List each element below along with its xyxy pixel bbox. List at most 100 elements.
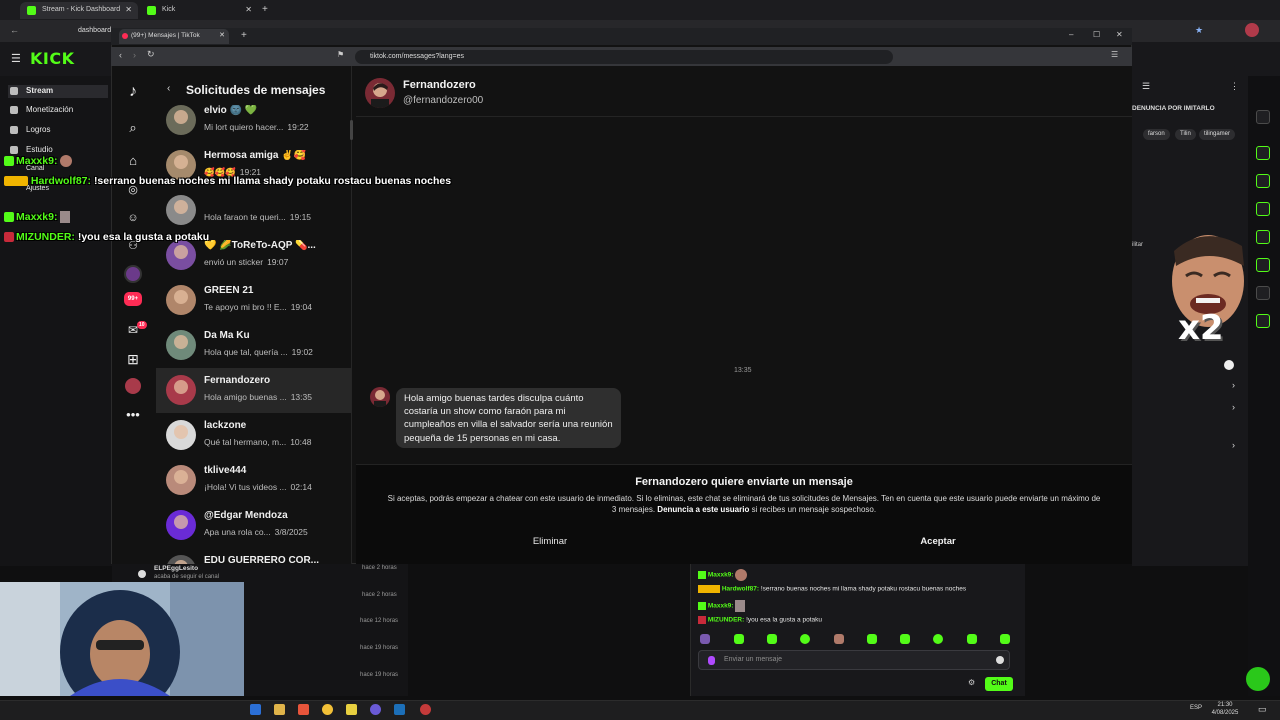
wrench-icon[interactable] bbox=[1256, 314, 1270, 328]
lightning-icon[interactable] bbox=[1256, 174, 1270, 188]
chevron-right-icon[interactable]: › bbox=[1232, 440, 1235, 450]
bookmark-star-icon[interactable]: ★ bbox=[1195, 25, 1203, 36]
forward-arrow-icon[interactable]: › bbox=[133, 50, 136, 60]
emote-icon[interactable] bbox=[933, 634, 943, 644]
close-tab-icon[interactable]: ✕ bbox=[219, 31, 225, 39]
maximize-icon[interactable]: ☐ bbox=[1093, 30, 1100, 39]
bookmark-icon[interactable]: ⚑ bbox=[337, 50, 344, 59]
chevron-right-icon[interactable]: › bbox=[1232, 402, 1235, 412]
emote-icon[interactable] bbox=[767, 634, 777, 644]
sidebar-item-monetization[interactable]: Monetización bbox=[8, 105, 73, 114]
request-list-item[interactable]: lackzone Qué tal hermano, m... 10:48 bbox=[156, 413, 351, 458]
help-bubble-icon[interactable] bbox=[1246, 667, 1270, 691]
chevron-right-icon[interactable]: › bbox=[1232, 380, 1235, 390]
delete-button[interactable]: Eliminar bbox=[500, 536, 600, 552]
activity-user[interactable]: ELPEggLesito bbox=[154, 565, 198, 572]
back-arrow-icon[interactable]: ← bbox=[10, 25, 19, 35]
emoji-icon[interactable] bbox=[996, 656, 1004, 664]
profile-avatar[interactable] bbox=[125, 378, 141, 394]
tool-icon[interactable] bbox=[1256, 202, 1270, 216]
request-list-item[interactable]: Da Ma Ku Hola que tal, quería ... 19:02 bbox=[156, 323, 351, 368]
back-arrow-icon[interactable]: ‹ bbox=[119, 50, 122, 60]
sidebar-item-studio[interactable]: Estudio bbox=[8, 145, 53, 154]
emote-icon[interactable] bbox=[800, 634, 810, 644]
emote-icon[interactable] bbox=[834, 634, 844, 644]
emote-icon[interactable] bbox=[700, 634, 710, 644]
steam-icon[interactable] bbox=[394, 704, 405, 715]
chat-send-button[interactable]: Chat bbox=[985, 677, 1013, 691]
sidebar-item-achievements[interactable]: Logros bbox=[8, 125, 50, 134]
chat-username[interactable]: Maxxk9: bbox=[708, 572, 734, 579]
system-clock[interactable]: 21:30 4/08/2025 bbox=[1202, 701, 1248, 717]
tool-icon[interactable] bbox=[1256, 258, 1270, 272]
new-tab-icon[interactable]: + bbox=[241, 30, 247, 41]
file-explorer-icon[interactable] bbox=[274, 704, 285, 715]
outer-address-text[interactable]: dashboard bbox=[78, 27, 111, 34]
close-window-icon[interactable]: ✕ bbox=[1116, 30, 1123, 39]
chat-input[interactable]: Enviar un mensaje bbox=[698, 650, 1010, 670]
menu-icon[interactable]: ☰ bbox=[11, 52, 21, 65]
minimize-icon[interactable]: – bbox=[1069, 30, 1073, 39]
chat-username[interactable]: Maxxk9: bbox=[708, 603, 734, 610]
more-icon[interactable]: ⋮ bbox=[1230, 81, 1239, 92]
conversation-handle[interactable]: @fernandozero00 bbox=[403, 95, 483, 106]
emote-icon[interactable] bbox=[867, 634, 877, 644]
request-list-item[interactable]: Fernandozero Hola amigo buenas ... 13:35 bbox=[156, 368, 351, 413]
tool-icon[interactable] bbox=[1256, 146, 1270, 160]
notes-icon[interactable] bbox=[346, 704, 357, 715]
menu-icon[interactable]: ☰ bbox=[1142, 81, 1150, 92]
url-bar[interactable]: tiktok.com/messages?lang=es bbox=[355, 50, 893, 64]
request-list-item[interactable]: elvio 🌚 💚 Mi lort quiero hacer... 19:22 bbox=[156, 100, 351, 143]
conversation-avatar[interactable] bbox=[365, 78, 395, 108]
request-list-item[interactable]: Hola faraon te queri... 19:15 bbox=[156, 188, 351, 233]
live-icon[interactable] bbox=[124, 265, 142, 283]
request-list-item[interactable]: @Edgar Mendoza Apa una rola co... 3/8/2025 bbox=[156, 503, 351, 548]
more-icon[interactable]: ••• bbox=[123, 405, 143, 425]
back-icon[interactable]: ‹ bbox=[167, 83, 170, 94]
outer-tab-kick[interactable]: Kick ✕ bbox=[140, 2, 258, 19]
following-icon[interactable]: ☺ bbox=[123, 208, 143, 228]
inner-tab-tiktok[interactable]: (99+) Mensajes | TikTok ✕ bbox=[119, 29, 229, 44]
language-indicator[interactable]: ESP bbox=[1190, 705, 1202, 711]
emote-icon[interactable] bbox=[900, 634, 910, 644]
emote-icon[interactable] bbox=[967, 634, 977, 644]
obs-icon[interactable] bbox=[420, 704, 431, 715]
activity-badge[interactable]: 99+ bbox=[124, 292, 142, 306]
chat-username[interactable]: MIZUNDER: bbox=[708, 617, 744, 624]
sidebar-item-stream[interactable]: Stream bbox=[8, 85, 108, 98]
chat-icon[interactable] bbox=[1256, 230, 1270, 244]
menu-icon[interactable]: ☰ bbox=[1111, 50, 1118, 59]
tiktok-logo-icon[interactable]: ♪ bbox=[123, 82, 143, 102]
kick-logo[interactable]: KICK bbox=[30, 49, 75, 68]
windows-start-icon[interactable] bbox=[250, 704, 261, 715]
notification-icon[interactable]: ▭ bbox=[1258, 704, 1267, 715]
search-icon[interactable]: ⌕ bbox=[123, 118, 143, 138]
request-list-item[interactable]: tklive444 ¡Hola! Vi tus videos ... 02:14 bbox=[156, 458, 351, 503]
report-user-link[interactable]: Denuncia a este usuario bbox=[657, 505, 749, 514]
tag-chip[interactable]: farson bbox=[1143, 129, 1170, 140]
chrome-icon[interactable] bbox=[322, 704, 333, 715]
close-tab-icon[interactable]: ✕ bbox=[125, 5, 132, 14]
edit-icon[interactable] bbox=[1256, 110, 1270, 124]
brave-browser-icon[interactable] bbox=[298, 704, 309, 715]
toggle-knob[interactable] bbox=[1224, 360, 1234, 370]
emote-icon[interactable] bbox=[734, 634, 744, 644]
tag-chip[interactable]: Tilin bbox=[1175, 129, 1196, 140]
request-list-item[interactable]: GREEN 21 Te apoyo mi bro !! E... 19:04 bbox=[156, 278, 351, 323]
tag-chip[interactable]: tilingamer bbox=[1199, 129, 1236, 140]
app-icon[interactable] bbox=[370, 704, 381, 715]
new-tab-icon[interactable]: + bbox=[262, 4, 268, 15]
settings-gear-icon[interactable]: ⚙ bbox=[968, 678, 975, 687]
home-icon[interactable]: ⌂ bbox=[123, 151, 143, 171]
conversation-name[interactable]: Fernandozero bbox=[403, 79, 476, 91]
emote-picker-icon[interactable] bbox=[708, 656, 715, 665]
accept-button[interactable]: Aceptar bbox=[888, 536, 988, 552]
upload-icon[interactable]: ⊞ bbox=[123, 349, 143, 369]
close-tab-icon[interactable]: ✕ bbox=[245, 5, 252, 14]
emote-icon[interactable] bbox=[1000, 634, 1010, 644]
reload-icon[interactable]: ↻ bbox=[147, 49, 155, 60]
chat-username[interactable]: Hardwolf87: bbox=[722, 586, 759, 593]
tool-icon[interactable] bbox=[1256, 286, 1270, 300]
profile-avatar[interactable] bbox=[1245, 23, 1259, 37]
outer-tab-dashboard[interactable]: Stream - Kick Dashboard ✕ bbox=[20, 2, 138, 19]
